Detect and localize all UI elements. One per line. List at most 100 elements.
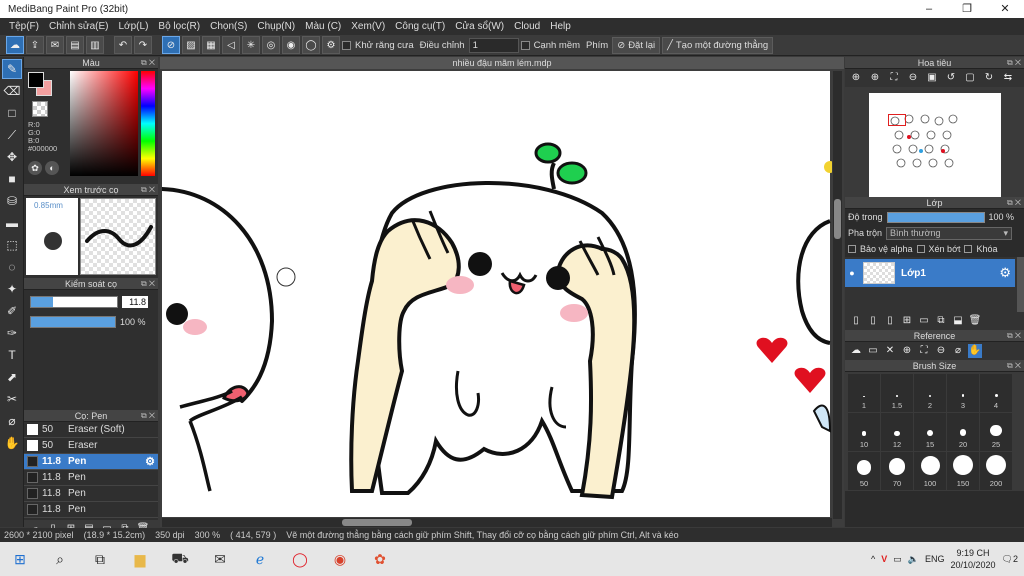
brush-size-option[interactable]: 100: [914, 452, 946, 490]
layer-item[interactable]: ● Lớp1 ⚙: [845, 259, 1015, 287]
foreground-color-swatch[interactable]: [28, 72, 44, 88]
fill-rect-tool-icon[interactable]: ■: [2, 169, 22, 189]
brush-size-option[interactable]: 4: [980, 374, 1012, 412]
open-folder-icon[interactable]: ▭: [866, 344, 880, 358]
flip-icon[interactable]: ⇆: [1000, 70, 1016, 86]
panel-close-icon[interactable]: ⧉ ✕: [1007, 197, 1021, 209]
color-mode-icon[interactable]: ◐: [45, 161, 59, 175]
new-layer-1bit-icon[interactable]: ▯: [883, 314, 897, 328]
edge-checkbox[interactable]: [520, 40, 530, 50]
vertical-scrollbar[interactable]: [833, 71, 842, 519]
brush-size-option[interactable]: 50: [848, 452, 880, 490]
brush-item[interactable]: 11.8 Pen: [24, 470, 158, 486]
move-tool-icon[interactable]: ✥: [2, 147, 22, 167]
save-icon[interactable]: ▥: [86, 36, 104, 54]
document-tab[interactable]: nhiều đậu mãm lém.mdp: [160, 57, 844, 69]
close-icon[interactable]: ✕: [883, 344, 897, 358]
gradient-tool-icon[interactable]: ▬: [2, 213, 22, 233]
cloud-icon[interactable]: ☁: [849, 344, 863, 358]
divide-tool-icon[interactable]: ✂: [2, 389, 22, 409]
chat-icon[interactable]: ▤: [66, 36, 84, 54]
rect-tool-icon[interactable]: □: [2, 103, 22, 123]
select-tool-icon[interactable]: ⬚: [2, 235, 22, 255]
zoom-out-icon[interactable]: ⊖: [905, 70, 921, 86]
menu-file[interactable]: Tệp(F): [4, 21, 44, 32]
brush-size-option[interactable]: 10: [848, 413, 880, 451]
brush-size-value[interactable]: 11.8: [122, 296, 148, 308]
rotate-right-icon[interactable]: ↻: [981, 70, 997, 86]
reset-button[interactable]: ⊘ Đặt lại: [612, 36, 661, 54]
export-icon[interactable]: ⇪: [26, 36, 44, 54]
add-layer-menu-icon[interactable]: ⊞: [900, 314, 914, 328]
notification-icon[interactable]: 🗨2: [1002, 554, 1018, 565]
adjust-select[interactable]: 1: [468, 37, 519, 53]
language-indicator[interactable]: ENG: [925, 554, 945, 564]
cloud-icon[interactable]: ☁: [6, 36, 24, 54]
close-button[interactable]: ✕: [986, 0, 1024, 18]
brush-size-option[interactable]: 200: [980, 452, 1012, 490]
navigator-thumbnail[interactable]: [845, 87, 1024, 197]
zoom-in-icon[interactable]: ⊕: [867, 70, 883, 86]
horizontal-scrollbar[interactable]: [162, 518, 832, 527]
brush-size-option[interactable]: 1.5: [881, 374, 913, 412]
menu-cloud[interactable]: Cloud: [509, 21, 545, 32]
bucket-tool-icon[interactable]: ⛁: [2, 191, 22, 211]
ellipse-snap-icon[interactable]: ◯: [302, 36, 320, 54]
undo-icon[interactable]: ↶: [114, 36, 132, 54]
lasso-tool-icon[interactable]: ◌: [2, 257, 22, 277]
zoom-in-icon[interactable]: ⊕: [900, 344, 914, 358]
actual-size-icon[interactable]: ▣: [924, 70, 940, 86]
brush-size-option[interactable]: 25: [980, 413, 1012, 451]
brush-size-option[interactable]: 70: [881, 452, 913, 490]
settings-icon[interactable]: ⚙: [322, 36, 340, 54]
menu-help[interactable]: Help: [545, 21, 576, 32]
brush-size-option[interactable]: 15: [914, 413, 946, 451]
comment-icon[interactable]: ✉: [46, 36, 64, 54]
brush-item[interactable]: 11.8 Pen: [24, 502, 158, 518]
minimize-button[interactable]: –: [910, 0, 948, 18]
magic-wand-tool-icon[interactable]: ✦: [2, 279, 22, 299]
radial-snap-icon[interactable]: ✳: [242, 36, 260, 54]
saturation-value-picker[interactable]: [70, 71, 138, 176]
brush-opacity-slider[interactable]: [30, 316, 116, 328]
fit-icon[interactable]: ⛶: [917, 344, 931, 358]
antialias-checkbox[interactable]: [342, 40, 351, 50]
circle-snap-icon[interactable]: ◎: [262, 36, 280, 54]
brush-size-option[interactable]: 1: [848, 374, 880, 412]
brush-settings-icon[interactable]: ⚙: [145, 455, 155, 468]
line-button[interactable]: ╱ Tạo một đường thẳng: [662, 36, 774, 54]
menu-select[interactable]: Chọn(S): [205, 21, 252, 32]
palette-icon[interactable]: ✿: [28, 161, 42, 175]
vivaldi-tray-icon[interactable]: V: [881, 554, 887, 564]
tray-expand-icon[interactable]: ^: [871, 554, 875, 564]
text-tool-icon[interactable]: T: [2, 345, 22, 365]
volume-icon[interactable]: 🔈: [908, 554, 919, 565]
menu-tools[interactable]: Công cụ(T): [390, 21, 450, 32]
opera-browser-icon[interactable]: ◯: [280, 542, 320, 576]
clip-checkbox[interactable]: [916, 245, 925, 253]
lock-checkbox[interactable]: [964, 245, 973, 253]
parallel-snap-icon[interactable]: ▨: [182, 36, 200, 54]
clock[interactable]: 9:19 CH 20/10/2020: [951, 547, 996, 571]
layer-opacity-slider[interactable]: [886, 211, 985, 223]
dot-tool-icon[interactable]: ⟋: [2, 125, 22, 145]
file-explorer-icon[interactable]: ▆: [120, 542, 160, 576]
vertical-scroll-thumb[interactable]: [834, 199, 841, 239]
brush-size-option[interactable]: 3: [947, 374, 979, 412]
task-view-icon[interactable]: ⧉: [80, 542, 120, 576]
store-icon[interactable]: ⛟: [160, 542, 200, 576]
drawing-canvas[interactable]: [162, 71, 832, 517]
brush-size-option[interactable]: 20: [947, 413, 979, 451]
operation-tool-icon[interactable]: ⬈: [2, 367, 22, 387]
layer-scrollbar[interactable]: [1017, 257, 1024, 312]
brush-item[interactable]: 50 Eraser (Soft): [24, 422, 158, 438]
menu-snap[interactable]: Chụp(N): [252, 21, 300, 32]
eraser-tool-icon[interactable]: ⌫: [2, 81, 22, 101]
brush-size-slider[interactable]: [30, 296, 118, 308]
select-pen-tool-icon[interactable]: ✐: [2, 301, 22, 321]
medibang-app-icon[interactable]: ✿: [360, 542, 400, 576]
eyedropper-tool-icon[interactable]: ⌀: [2, 411, 22, 431]
menu-color[interactable]: Màu (C): [300, 21, 346, 32]
edge-browser-icon[interactable]: ℯ: [240, 542, 280, 576]
eyedropper-icon[interactable]: ⌀: [951, 344, 965, 358]
